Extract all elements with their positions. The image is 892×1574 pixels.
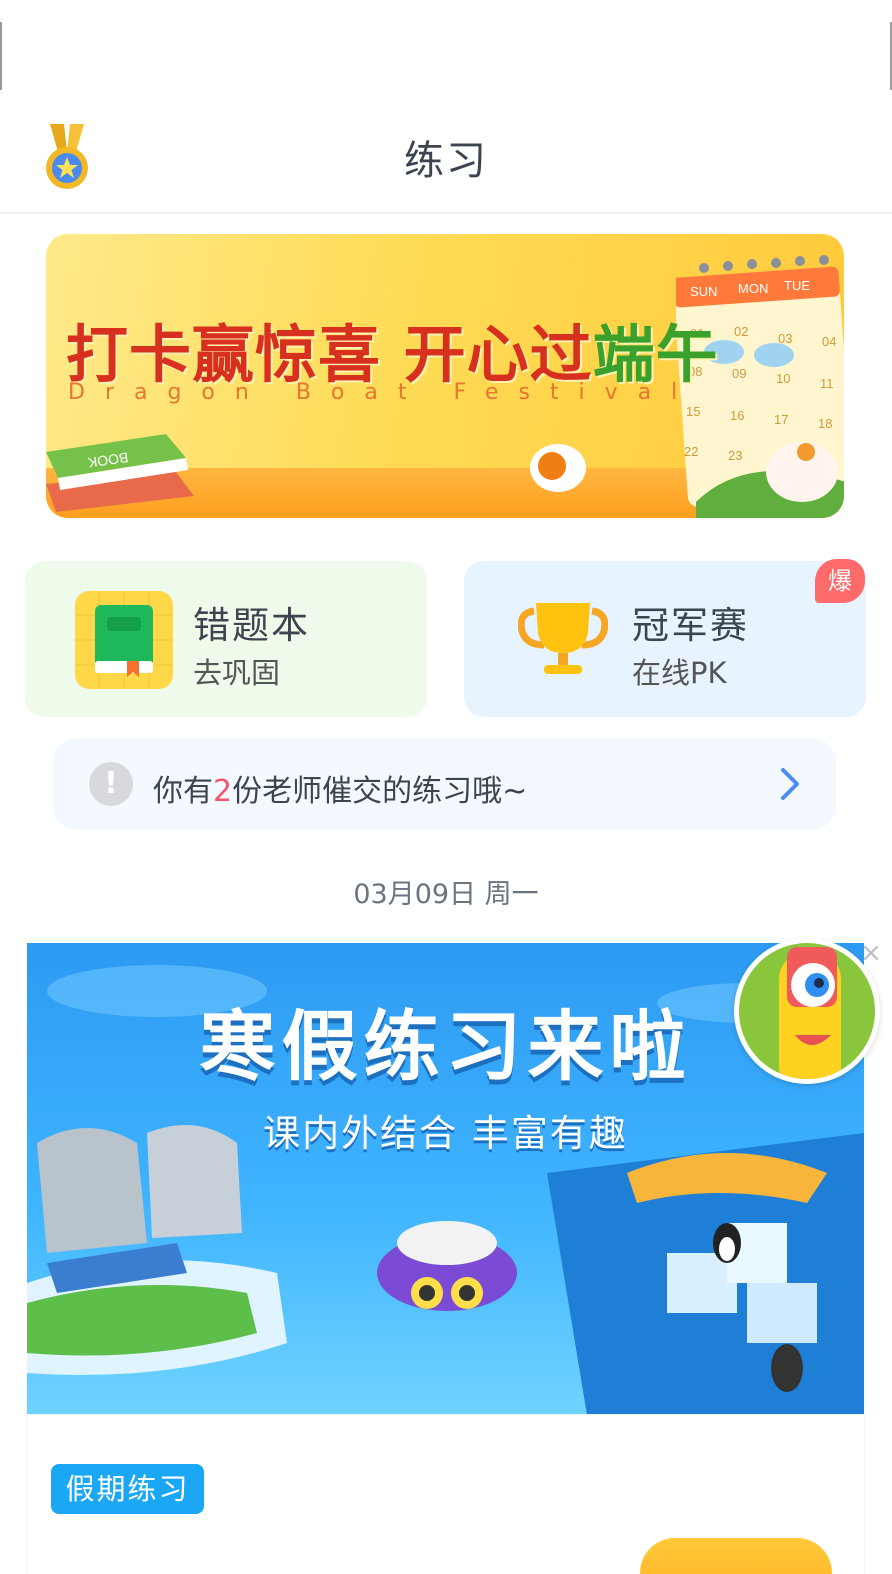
- notice-count: 2: [213, 774, 233, 809]
- screen-edge-left: [0, 22, 2, 90]
- calendar-day-sun: SUN: [690, 284, 717, 299]
- chevron-right-icon[interactable]: [777, 766, 803, 802]
- calendar-day-tue: TUE: [784, 278, 810, 293]
- green-book-icon: [75, 591, 173, 689]
- calendar-date: 15: [686, 404, 700, 419]
- wrong-book-title: 错题本: [193, 604, 310, 647]
- calendar-date: 17: [774, 412, 788, 427]
- calendar-day-mon: MON: [738, 281, 768, 296]
- calendar-date: 16: [730, 408, 744, 423]
- wrong-book-icon-box: [75, 591, 173, 689]
- notice-suffix: 份老师催交的练习哦~: [232, 774, 528, 809]
- calendar-date: 11: [820, 376, 834, 391]
- salted-egg-illustration: [530, 444, 586, 492]
- holiday-practice-tag: 假期练习: [51, 1464, 204, 1514]
- dragon-boat-banner[interactable]: SUN MON TUE 01 02 03 04 08 09 10 11 15 1…: [46, 234, 844, 518]
- championship-card[interactable]: 冠军赛 在线PK: [464, 561, 866, 717]
- calendar-date: 02: [734, 324, 748, 339]
- calendar-date: 10: [776, 371, 790, 386]
- calendar-date: 18: [818, 416, 832, 431]
- hero-subtitle: 课内外结合 丰富有趣: [263, 1112, 628, 1155]
- calendar-date: 09: [732, 366, 746, 381]
- championship-title: 冠军赛: [632, 604, 749, 647]
- status-bar-area: [0, 0, 892, 92]
- wrong-book-subtitle: 去巩固: [193, 656, 281, 690]
- banner-subtitle: Dragon Boat Festival: [68, 380, 698, 405]
- alert-icon: !: [89, 762, 133, 806]
- notice-text: 你有2份老师催交的练习哦~: [153, 766, 527, 810]
- calendar-date: 23: [728, 448, 742, 463]
- calendar-date: 22: [684, 444, 698, 459]
- books-illustration: BOOK: [46, 434, 194, 512]
- top-nav-bar: 练习: [0, 106, 892, 214]
- championship-subtitle: 在线PK: [632, 656, 727, 690]
- page-title: 练习: [404, 138, 488, 184]
- notice-prefix: 你有: [153, 774, 213, 809]
- hot-badge: 爆: [815, 559, 865, 603]
- date-label: 03月09日 周一: [353, 879, 539, 910]
- teacher-reminder-notice[interactable]: ! 你有2份老师催交的练习哦~: [53, 738, 836, 830]
- wrong-book-card[interactable]: 错题本 去巩固: [25, 561, 427, 717]
- trophy-icon: [518, 603, 608, 674]
- start-practice-button[interactable]: [640, 1538, 832, 1574]
- mascot-illustration: [779, 947, 841, 1079]
- close-icon[interactable]: ×: [858, 940, 884, 966]
- calendar-date: 04: [822, 334, 836, 349]
